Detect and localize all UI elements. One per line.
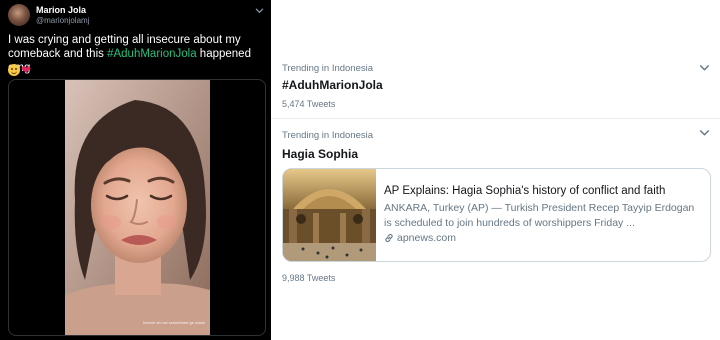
trend-context: Trending in Indonesia [282, 63, 374, 74]
tweet-media[interactable]: hmmm vlo we scenetmed ge ndam [8, 79, 266, 336]
author-name[interactable]: Marion Jola [36, 5, 86, 15]
trend-item[interactable]: Trending in Indonesia #AduhMarionJola 5,… [271, 57, 720, 119]
link-icon [385, 233, 393, 243]
avatar[interactable] [8, 4, 30, 26]
trend-tweet-count: 9,988 Tweets [282, 273, 336, 283]
tweet-header: Marion Jola @marionjolamj [8, 4, 266, 28]
tweet-card[interactable]: Marion Jola @marionjolamj I was crying a… [0, 0, 271, 340]
news-card-description: ANKARA, Turkey (AP) — Turkish President … [384, 202, 695, 229]
video-caption: hmmm vlo we scenetmed ge ndam [143, 320, 206, 325]
news-card-domain: apnews.com [397, 232, 456, 244]
author-handle[interactable]: @marionjolamj [36, 16, 89, 25]
smiling-face-icon [8, 63, 20, 76]
trend-context: Trending in Indonesia [282, 130, 374, 141]
tweet-text: I was crying and getting all insecure ab… [8, 33, 266, 75]
news-card-body: AP Explains: Hagia Sophia's history of c… [384, 184, 704, 244]
video-frame[interactable]: hmmm vlo we scenetmed ge ndam [65, 80, 210, 335]
chevron-down-icon[interactable] [255, 6, 264, 15]
trend-name[interactable]: Hagia Sophia [282, 147, 358, 161]
news-card-link: apnews.com [384, 232, 704, 244]
crying-woman-image [65, 80, 210, 335]
chevron-down-icon[interactable] [699, 127, 710, 138]
hagia-sophia-thumbnail [283, 169, 376, 261]
hashtag-link[interactable]: #AduhMarionJola [107, 48, 197, 60]
heart-icon: ❤ [21, 62, 32, 77]
news-card[interactable]: AP Explains: Hagia Sophia's history of c… [282, 168, 711, 262]
trend-item[interactable]: Trending in Indonesia Hagia Sophia AP Ex… [271, 120, 720, 290]
chevron-down-icon[interactable] [699, 62, 710, 73]
trend-name[interactable]: #AduhMarionJola [282, 78, 383, 92]
screenshot-root: Marion Jola @marionjolamj I was crying a… [0, 0, 720, 340]
trend-tweet-count: 5,474 Tweets [282, 99, 336, 109]
trends-panel: Trending in Indonesia #AduhMarionJola 5,… [271, 0, 720, 340]
news-card-title: AP Explains: Hagia Sophia's history of c… [384, 185, 666, 197]
emoji-row: ❤ [8, 61, 32, 77]
